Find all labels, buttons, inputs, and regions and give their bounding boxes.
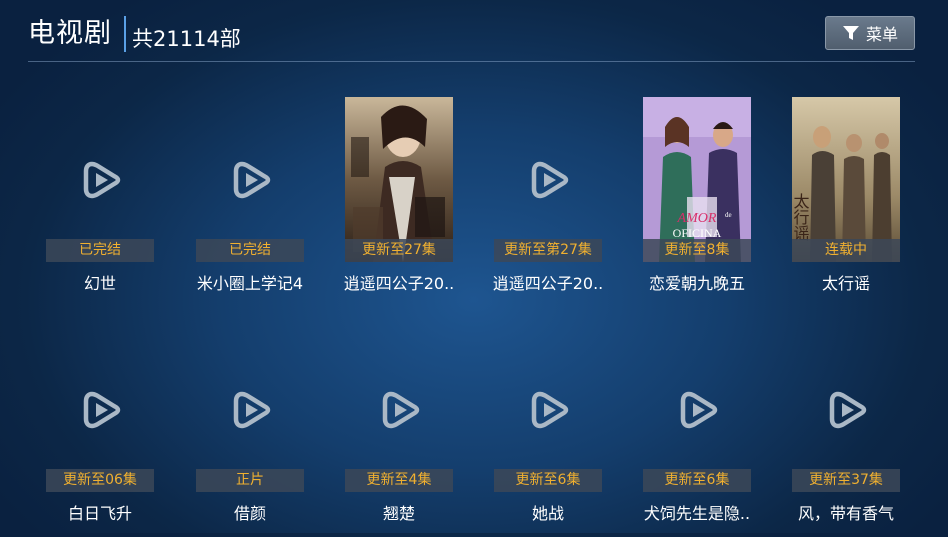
- video-title: 逍遥四公子20..: [492, 274, 604, 293]
- video-card[interactable]: 已完结 幻世: [40, 97, 160, 307]
- poster-image: AMOR de OFICINA 更新至8集: [643, 97, 751, 262]
- status-badge: 更新至27集: [345, 239, 453, 262]
- play-placeholder-icon: [233, 391, 271, 429]
- video-card[interactable]: 正片 借颜: [190, 327, 310, 537]
- video-card[interactable]: 更新至06集 白日飞升: [40, 327, 160, 537]
- video-title: 犬饲先生是隐..: [643, 504, 751, 523]
- status-badge: 正片: [196, 469, 304, 492]
- poster-placeholder: 已完结: [196, 97, 304, 262]
- poster-art-xiaoyao: [345, 97, 453, 262]
- status-badge: 已完结: [46, 239, 154, 262]
- play-placeholder-icon: [382, 391, 420, 429]
- status-badge: 更新至06集: [46, 469, 154, 492]
- video-card[interactable]: 已完结 米小圈上学记4: [190, 97, 310, 307]
- play-placeholder-icon: [83, 391, 121, 429]
- video-card[interactable]: 更新至6集 她战: [488, 327, 608, 537]
- video-grid: 已完结 幻世 已完结 米小圈上学记4 更新至27集 逍遥四公子20.. 更新至第…: [0, 0, 948, 533]
- video-title: 翘楚: [382, 504, 415, 523]
- poster-placeholder: 更新至37集: [792, 327, 900, 492]
- poster-placeholder: 更新至第27集: [494, 97, 602, 262]
- status-badge: 更新至4集: [345, 469, 453, 492]
- poster-placeholder: 已完结: [46, 97, 154, 262]
- play-placeholder-icon: [829, 391, 867, 429]
- status-badge: 更新至8集: [643, 239, 751, 262]
- poster-text-de: de: [725, 211, 732, 219]
- video-title: 她战: [531, 504, 564, 523]
- status-badge: 连载中: [792, 239, 900, 262]
- status-badge: 更新至37集: [792, 469, 900, 492]
- play-placeholder-icon: [531, 161, 569, 199]
- poster-art-taihang: 太行谣: [792, 97, 900, 262]
- video-title: 恋爱朝九晚五: [648, 274, 745, 293]
- poster-text-taihang: 太行谣: [792, 193, 810, 241]
- video-title: 白日飞升: [67, 504, 132, 523]
- video-card[interactable]: 更新至第27集 逍遥四公子20..: [488, 97, 608, 307]
- video-card[interactable]: 太行谣 连载中 太行谣: [786, 97, 906, 307]
- status-badge: 已完结: [196, 239, 304, 262]
- poster-image: 太行谣 连载中: [792, 97, 900, 262]
- video-title: 借颜: [233, 504, 266, 523]
- video-card[interactable]: 更新至27集 逍遥四公子20..: [339, 97, 459, 307]
- video-title: 逍遥四公子20..: [343, 274, 455, 293]
- poster-text-amor: AMOR: [677, 211, 717, 226]
- poster-placeholder: 更新至6集: [643, 327, 751, 492]
- play-placeholder-icon: [680, 391, 718, 429]
- video-title: 幻世: [83, 274, 116, 293]
- poster-placeholder: 更新至4集: [345, 327, 453, 492]
- video-card[interactable]: AMOR de OFICINA 更新至8集 恋爱朝九晚五: [637, 97, 757, 307]
- play-placeholder-icon: [233, 161, 271, 199]
- poster-placeholder: 更新至6集: [494, 327, 602, 492]
- poster-placeholder: 正片: [196, 327, 304, 492]
- video-card[interactable]: 更新至37集 风，带有香气: [786, 327, 906, 537]
- play-placeholder-icon: [83, 161, 121, 199]
- poster-placeholder: 更新至06集: [46, 327, 154, 492]
- video-title: 太行谣: [821, 274, 870, 293]
- status-badge: 更新至第27集: [494, 239, 602, 262]
- poster-image: 更新至27集: [345, 97, 453, 262]
- play-placeholder-icon: [531, 391, 569, 429]
- video-title: 米小圈上学记4: [196, 274, 304, 293]
- video-card[interactable]: 更新至6集 犬饲先生是隐..: [637, 327, 757, 537]
- poster-text-oficina: OFICINA: [673, 226, 722, 240]
- video-title: 风，带有香气: [797, 504, 894, 523]
- status-badge: 更新至6集: [643, 469, 751, 492]
- poster-art-amor: AMOR de OFICINA: [643, 97, 751, 262]
- status-badge: 更新至6集: [494, 469, 602, 492]
- video-card[interactable]: 更新至4集 翘楚: [339, 327, 459, 537]
